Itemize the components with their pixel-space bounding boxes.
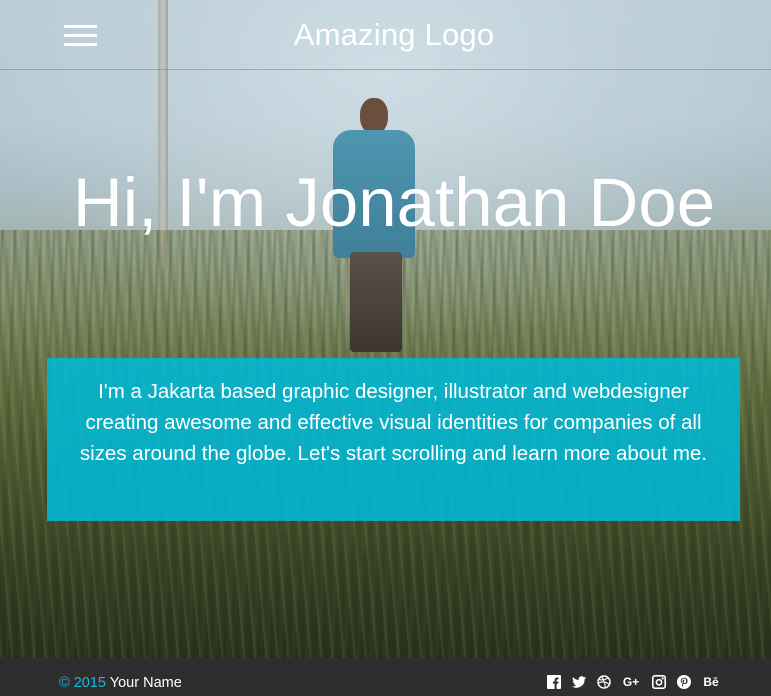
intro-text: I'm a Jakarta based graphic designer, il… <box>79 380 708 465</box>
site-logo[interactable]: Amazing Logo <box>0 17 771 53</box>
facebook-icon[interactable] <box>546 675 561 690</box>
hero-overlay <box>0 0 771 658</box>
footer: © 2015 Your Name G+ Bē <box>0 658 771 696</box>
social-links: G+ Bē <box>546 674 721 690</box>
intro-box: I'm a Jakarta based graphic designer, il… <box>47 358 740 521</box>
hero-section: Amazing Logo Hi, I'm Jonathan Doe I'm a … <box>0 0 771 658</box>
top-navbar: Amazing Logo <box>0 0 771 70</box>
copyright-name: Your Name <box>109 675 182 691</box>
copyright-year: 2015 <box>73 675 106 691</box>
dribbble-icon[interactable] <box>596 675 611 690</box>
twitter-icon[interactable] <box>571 675 586 690</box>
copyright: © 2015 Your Name <box>59 675 182 691</box>
instagram-icon[interactable] <box>651 675 666 690</box>
pinterest-icon[interactable] <box>676 675 691 690</box>
behance-icon[interactable]: Bē <box>701 675 721 690</box>
hero-headline: Hi, I'm Jonathan Doe <box>72 164 716 241</box>
copyright-symbol: © <box>59 675 70 691</box>
google-plus-icon[interactable]: G+ <box>621 675 641 690</box>
